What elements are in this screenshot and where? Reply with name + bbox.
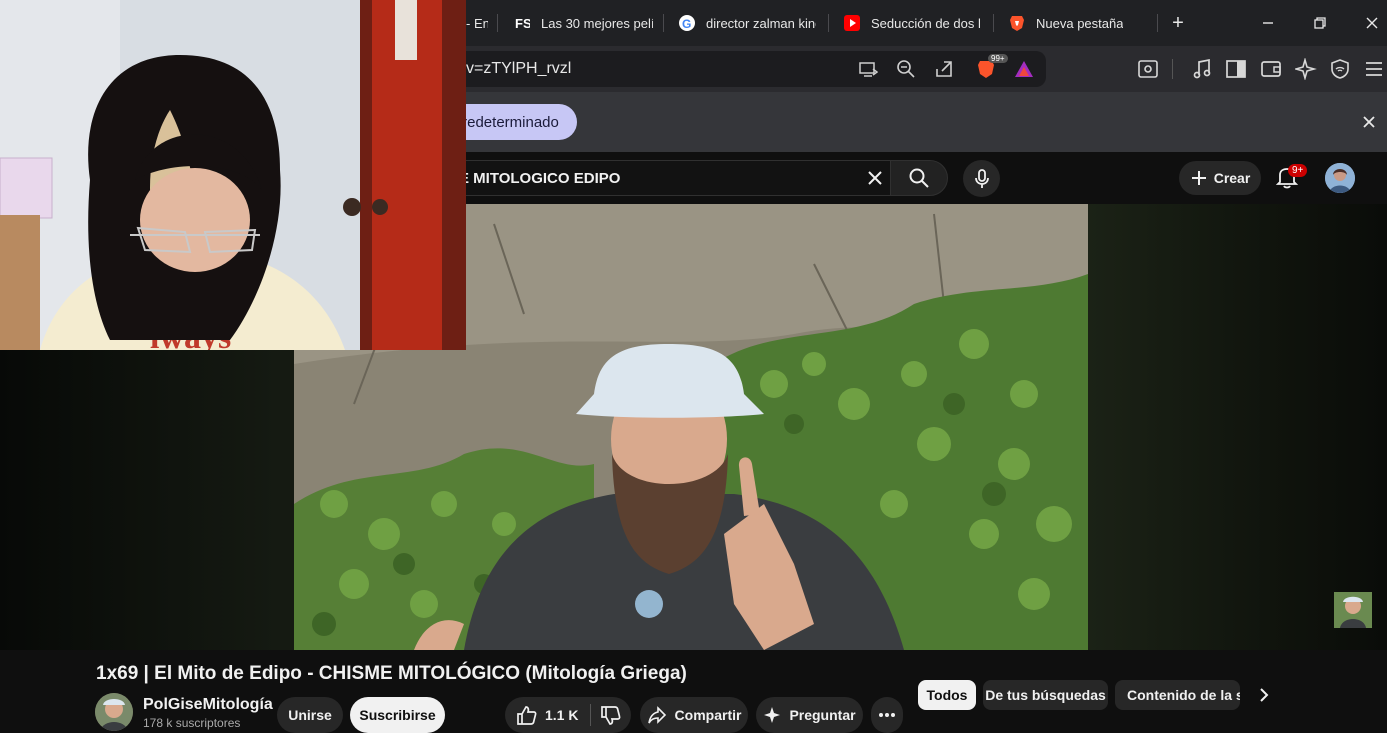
install-app-icon[interactable] xyxy=(856,57,880,81)
new-tab-button[interactable]: + xyxy=(1160,8,1196,38)
toolbar-divider xyxy=(1172,59,1173,79)
thumbs-up-icon xyxy=(517,706,537,725)
search-input[interactable]: E MITOLOGICO EDIPO xyxy=(440,160,890,196)
address-text: v=zTYlPH_rvzl xyxy=(466,60,572,77)
video-info: 1x69 | El Mito de Edipo - CHISME MITOLÓG… xyxy=(0,650,1387,733)
youtube-icon xyxy=(843,14,861,32)
wallet-icon[interactable] xyxy=(1259,57,1283,81)
microphone-icon xyxy=(974,168,989,188)
shields-count-badge: 99+ xyxy=(988,54,1008,63)
tab-title: Seducción de dos lu xyxy=(871,15,981,31)
plus-icon xyxy=(1191,171,1206,185)
zoom-icon[interactable] xyxy=(894,57,918,81)
ask-label: Preguntar xyxy=(789,707,856,723)
join-label: Unirse xyxy=(288,707,332,723)
tab-title: Las 30 mejores pelí xyxy=(541,15,653,31)
more-horizontal-icon xyxy=(879,713,895,717)
channel-subscribers: 178 k suscriptores xyxy=(143,716,241,730)
search-button[interactable] xyxy=(890,160,948,196)
ask-button[interactable]: Preguntar xyxy=(756,697,863,733)
tab-5[interactable]: Nueva pestaña xyxy=(1008,9,1148,37)
vpn-shield-icon[interactable] xyxy=(1328,57,1352,81)
channel-name[interactable]: PolGiseMitología xyxy=(143,696,273,714)
reader-mode-icon[interactable] xyxy=(1136,57,1160,81)
chip-from-searches[interactable]: De tus búsquedas xyxy=(983,680,1108,710)
menu-icon[interactable] xyxy=(1362,57,1386,81)
google-icon: G xyxy=(678,14,696,32)
channel-avatar[interactable] xyxy=(95,693,133,731)
like-dislike-group: 1.1 K xyxy=(505,697,631,733)
voice-search-button[interactable] xyxy=(963,160,1000,197)
tab-title: Nueva pestaña xyxy=(1036,15,1124,31)
tab-4[interactable]: Seducción de dos lu xyxy=(843,9,981,37)
svg-text:FS: FS xyxy=(515,16,530,31)
like-divider xyxy=(590,704,592,726)
restore-icon[interactable] xyxy=(1302,8,1338,38)
share-button[interactable]: Compartir xyxy=(640,697,748,733)
create-button[interactable]: Crear xyxy=(1179,161,1261,195)
tab-3[interactable]: G director zalman king xyxy=(678,9,816,37)
close-window-icon[interactable] xyxy=(1354,8,1387,38)
channel-watermark[interactable] xyxy=(1334,592,1372,628)
thumbs-down-icon xyxy=(601,706,621,725)
join-button[interactable]: Unirse xyxy=(277,697,343,733)
dislike-button[interactable] xyxy=(599,704,621,726)
address-bar[interactable]: v=zTYlPH_rvzl 99+ xyxy=(440,51,1046,87)
search-icon xyxy=(909,168,929,188)
chip-all[interactable]: Todos xyxy=(918,680,976,710)
share-label: Compartir xyxy=(674,707,742,723)
fs-logo-icon: FS xyxy=(513,14,531,32)
like-count: 1.1 K xyxy=(545,707,579,723)
video-title: 1x69 | El Mito de Edipo - CHISME MITOLÓG… xyxy=(96,663,687,684)
subscribe-label: Suscribirse xyxy=(359,707,436,723)
share-icon[interactable] xyxy=(932,57,956,81)
webcam-overlay: lways xyxy=(0,0,466,350)
tab-separator xyxy=(1157,14,1158,32)
tab-title: director zalman king xyxy=(706,15,816,31)
clear-search-icon[interactable] xyxy=(863,166,887,190)
leo-ai-icon[interactable] xyxy=(1294,57,1318,81)
tab-1[interactable]: - En xyxy=(466,9,488,37)
chip-series-content[interactable]: Contenido de la serie xyxy=(1115,680,1240,710)
chevron-right-icon[interactable] xyxy=(1252,683,1276,707)
player-side-area xyxy=(1088,204,1387,650)
share-arrow-icon xyxy=(647,706,666,724)
svg-text:G: G xyxy=(682,17,691,31)
account-avatar[interactable] xyxy=(1325,163,1355,193)
tab-2[interactable]: FS Las 30 mejores pelí xyxy=(513,9,653,37)
media-music-icon[interactable] xyxy=(1190,57,1214,81)
subscribe-button[interactable]: Suscribirse xyxy=(350,697,445,733)
brave-icon xyxy=(1008,14,1026,32)
search-query: E MITOLOGICO EDIPO xyxy=(459,170,621,187)
notifications-badge: 9+ xyxy=(1288,164,1308,177)
close-infobar-icon[interactable] xyxy=(1357,110,1381,134)
webcam-scene: lways xyxy=(0,0,466,350)
more-actions-button[interactable] xyxy=(871,697,903,733)
tab-separator xyxy=(663,14,664,32)
like-button[interactable]: 1.1 K xyxy=(515,704,578,726)
brave-rewards-icon[interactable] xyxy=(1012,57,1036,81)
sidebar-toggle-icon[interactable] xyxy=(1224,57,1248,81)
tab-title: - En xyxy=(466,15,488,31)
tab-separator xyxy=(828,14,829,32)
minimize-icon[interactable] xyxy=(1250,8,1286,38)
tab-separator xyxy=(497,14,498,32)
sparkle-icon xyxy=(764,707,781,723)
create-label: Crear xyxy=(1213,170,1251,186)
tab-separator xyxy=(993,14,994,32)
